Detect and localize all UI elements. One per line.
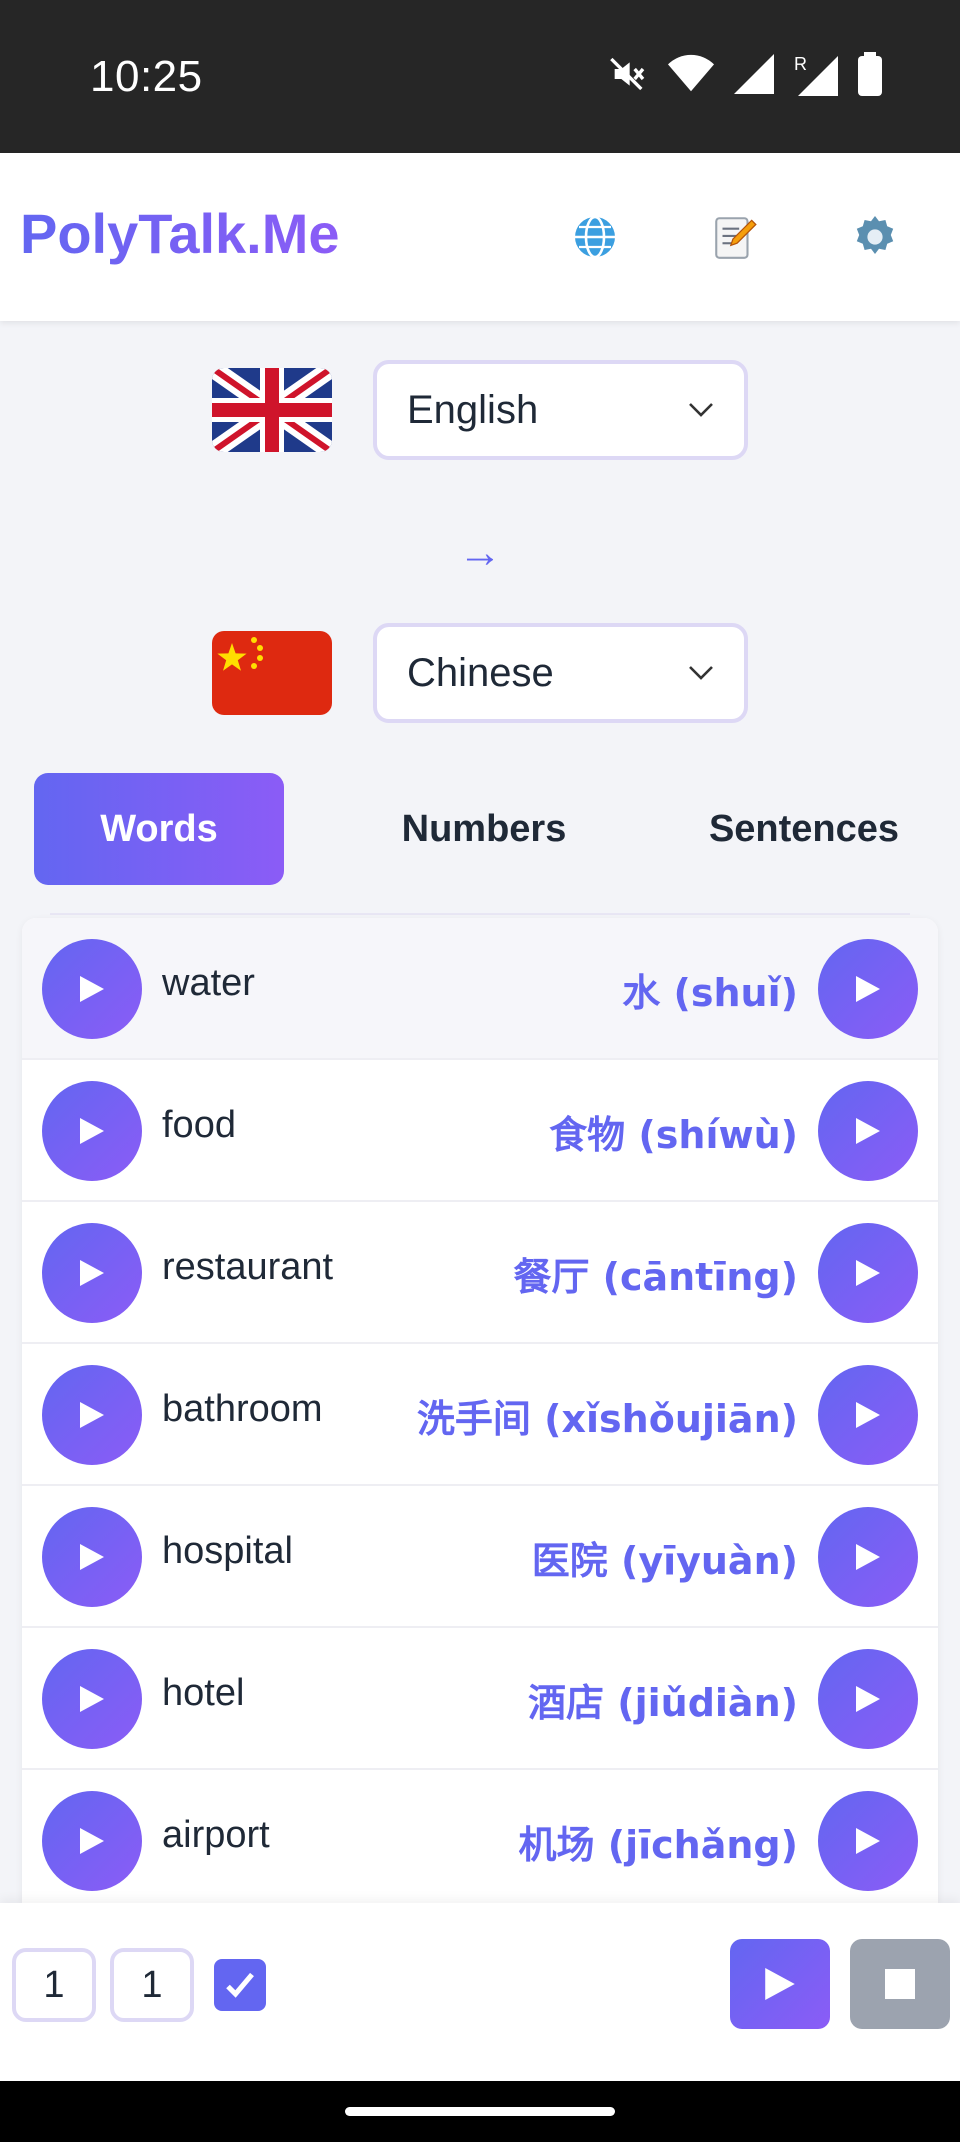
chinese-translation: 酒店 (jiǔdiàn): [528, 1681, 798, 1725]
target-language-row: Chinese: [0, 623, 960, 723]
wifi-icon: [668, 54, 714, 94]
list-item[interactable]: bathroom 洗手间 (xǐshǒujiān): [22, 1344, 938, 1486]
memo-button[interactable]: [705, 207, 765, 267]
play-icon: [80, 1118, 104, 1144]
list-item[interactable]: hospital 医院 (yīyuàn): [22, 1486, 938, 1628]
category-tabs: Words Numbers Sentences: [34, 773, 926, 885]
globe-icon: [575, 215, 615, 259]
list-item[interactable]: airport 机场 (jīchǎng): [22, 1770, 938, 1903]
play-icon: [856, 1118, 880, 1144]
play-icon: [856, 976, 880, 1002]
list-item[interactable]: food 食物 (shíwù): [22, 1060, 938, 1202]
play-icon: [80, 1828, 104, 1854]
stop-icon: [885, 1969, 915, 1999]
english-word: water: [162, 962, 255, 1004]
memo-icon: [715, 217, 757, 259]
tab-numbers[interactable]: Numbers: [334, 773, 634, 885]
source-language-value: English: [407, 387, 539, 432]
stop-button[interactable]: [850, 1939, 950, 2029]
play-english-button[interactable]: [42, 939, 142, 1039]
target-language-select[interactable]: Chinese: [373, 623, 748, 723]
chinese-translation: 洗手间 (xǐshǒujiān): [416, 1397, 798, 1441]
brand-logo[interactable]: PolyTalk.Me: [20, 201, 340, 266]
status-time: 10:25: [90, 52, 203, 101]
play-all-button[interactable]: [730, 1939, 830, 2029]
play-english-button[interactable]: [42, 1649, 142, 1749]
system-navigation-bar: [0, 2081, 960, 2142]
signal-icon: [734, 54, 774, 94]
play-english-button[interactable]: [42, 1791, 142, 1891]
play-chinese-button[interactable]: [818, 939, 918, 1039]
play-chinese-button[interactable]: [818, 1649, 918, 1749]
english-word: restaurant: [162, 1246, 334, 1288]
gear-icon: [856, 216, 894, 254]
word-list[interactable]: water 水 (shuǐ) food 食物 (shíwù) restauran…: [22, 918, 938, 1903]
direction-arrow: →: [458, 528, 502, 577]
source-language-row: English: [0, 360, 960, 460]
mute-icon: [608, 54, 648, 94]
chevron-down-icon: [689, 666, 713, 680]
signal-roaming-icon: R: [794, 52, 838, 96]
chinese-translation: 食物 (shíwù): [549, 1113, 798, 1157]
chinese-translation: 餐厅 (cāntīng): [513, 1255, 798, 1299]
play-icon: [856, 1686, 880, 1712]
chevron-down-icon: [689, 403, 713, 417]
play-icon: [80, 976, 104, 1002]
pause-seconds-input[interactable]: 1: [110, 1948, 194, 2022]
play-english-button[interactable]: [42, 1365, 142, 1465]
play-icon: [856, 1402, 880, 1428]
play-chinese-button[interactable]: [818, 1507, 918, 1607]
chinese-translation: 医院 (yīyuàn): [531, 1539, 798, 1583]
play-chinese-button[interactable]: [818, 1223, 918, 1323]
chinese-translation: 机场 (jīchǎng): [518, 1823, 799, 1867]
uk-flag-icon: [212, 368, 332, 452]
chinese-translation: 水 (shuǐ): [622, 971, 798, 1015]
settings-button[interactable]: [845, 207, 905, 267]
svg-text:R: R: [794, 54, 807, 74]
play-chinese-button[interactable]: [818, 1365, 918, 1465]
play-icon: [80, 1260, 104, 1286]
play-english-button[interactable]: [42, 1223, 142, 1323]
english-word: hotel: [162, 1672, 245, 1714]
play-chinese-button[interactable]: [818, 1081, 918, 1181]
status-icons: R: [608, 52, 882, 96]
english-word: bathroom: [162, 1388, 323, 1430]
play-icon: [80, 1402, 104, 1428]
auto-play-checkbox[interactable]: [214, 1959, 266, 2011]
english-word: hospital: [162, 1530, 293, 1572]
play-chinese-button[interactable]: [818, 1791, 918, 1891]
tab-sentences[interactable]: Sentences: [654, 773, 954, 885]
english-word: airport: [162, 1814, 270, 1856]
battery-icon: [858, 52, 882, 96]
repeat-count-input[interactable]: 1: [12, 1948, 96, 2022]
tab-words[interactable]: Words: [34, 773, 284, 885]
play-english-button[interactable]: [42, 1081, 142, 1181]
home-indicator[interactable]: [345, 2107, 615, 2116]
play-icon: [856, 1828, 880, 1854]
play-icon: [80, 1544, 104, 1570]
playback-control-bar: 1 1: [0, 1903, 960, 2081]
play-icon: [856, 1260, 880, 1286]
divider: [50, 913, 910, 915]
china-flag-icon: [212, 631, 332, 715]
play-icon: [856, 1544, 880, 1570]
app-header: PolyTalk.Me: [0, 153, 960, 321]
play-icon: [765, 1968, 795, 2000]
status-bar: 10:25 R: [0, 0, 960, 153]
check-icon: [226, 1972, 254, 1998]
list-item[interactable]: restaurant 餐厅 (cāntīng): [22, 1202, 938, 1344]
list-item[interactable]: water 水 (shuǐ): [22, 918, 938, 1060]
target-language-value: Chinese: [407, 650, 554, 695]
source-language-select[interactable]: English: [373, 360, 748, 460]
list-item[interactable]: hotel 酒店 (jiǔdiàn): [22, 1628, 938, 1770]
play-icon: [80, 1686, 104, 1712]
globe-button[interactable]: [565, 207, 625, 267]
english-word: food: [162, 1104, 236, 1146]
play-english-button[interactable]: [42, 1507, 142, 1607]
